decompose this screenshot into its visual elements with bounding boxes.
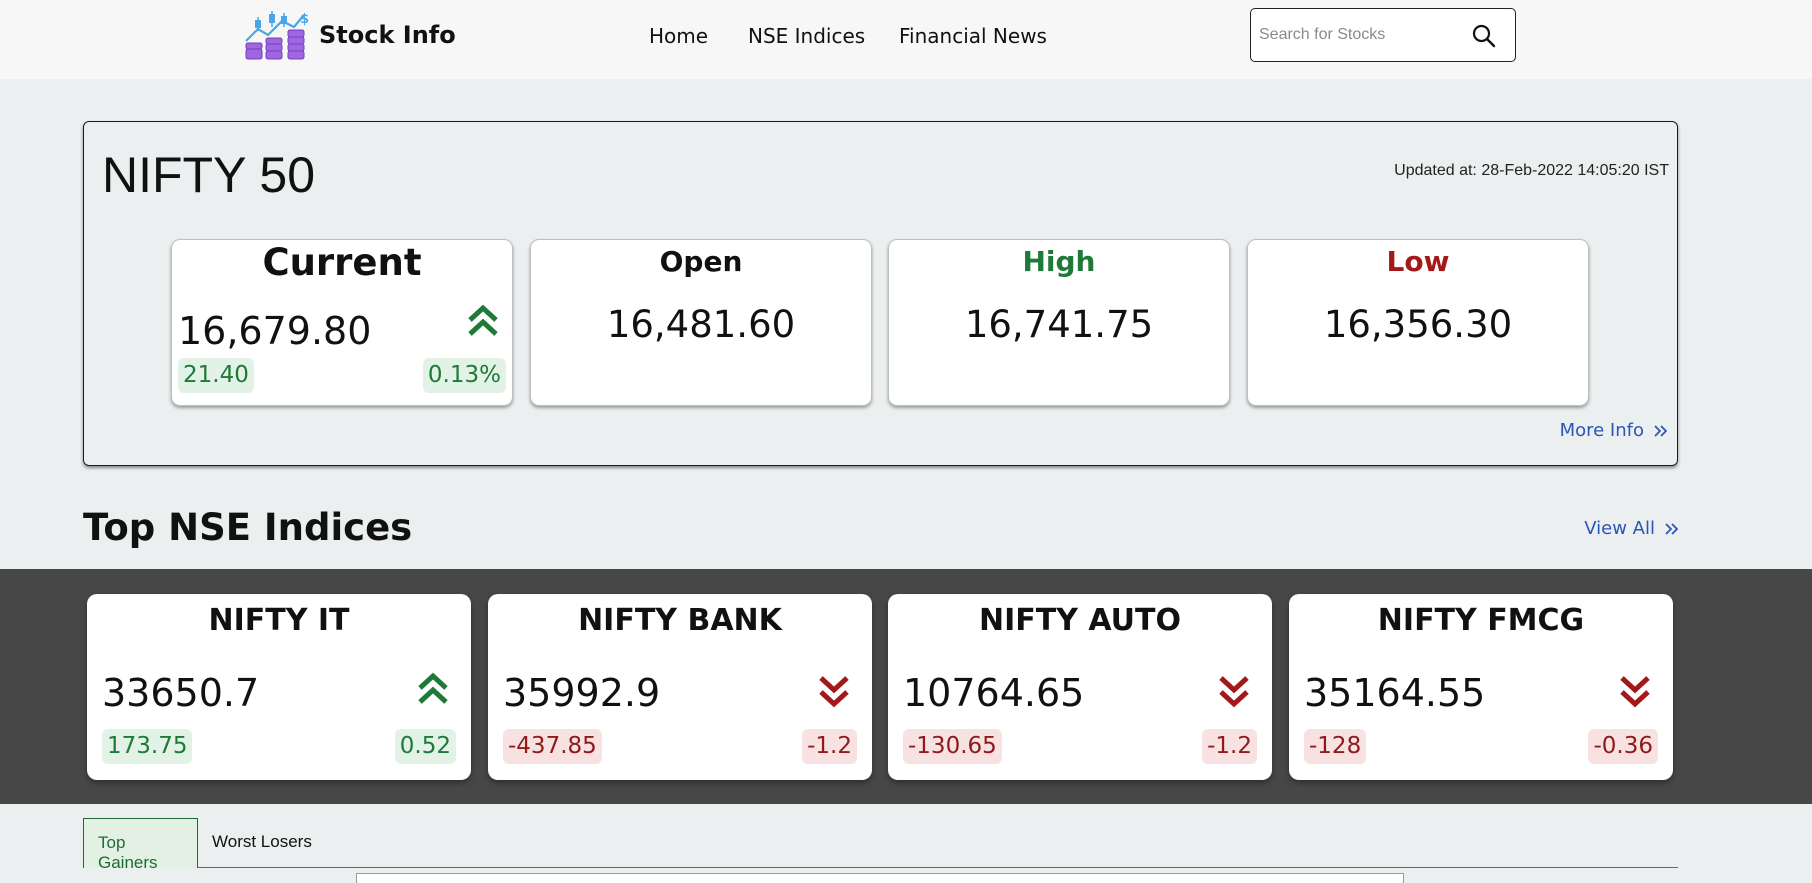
index-card-nifty-bank[interactable]: NIFTY BANK 35992.9 -437.85 -1.2	[488, 594, 872, 780]
current-card: Current 16,679.80 21.40 0.13%	[171, 239, 513, 406]
index-name: NIFTY AUTO	[978, 603, 1182, 638]
nav-link-nse-indices[interactable]: NSE Indices	[748, 24, 865, 48]
nav-link-financial-news[interactable]: Financial News	[899, 24, 1047, 48]
index-card-nifty-it[interactable]: NIFTY IT 33650.7 173.75 0.52	[87, 594, 471, 780]
stocks-table	[356, 873, 1404, 883]
tab-top-gainers[interactable]: Top Gainers	[83, 818, 198, 872]
index-name: NIFTY IT	[208, 603, 350, 638]
double-chevron-down-icon	[819, 676, 849, 708]
navbar: $ Stock Info Home NSE Indices Financial …	[0, 0, 1812, 79]
index-change-badge: -130.65	[903, 729, 1002, 764]
index-card-nifty-fmcg[interactable]: NIFTY FMCG 35164.55 -128 -0.36	[1289, 594, 1673, 780]
open-card: Open 16,481.60	[530, 239, 872, 406]
change-percent-badge: 0.13%	[422, 358, 506, 393]
view-all-label: View All	[1584, 518, 1655, 539]
more-info-label: More Info	[1559, 420, 1644, 441]
double-chevron-right-icon	[1665, 522, 1678, 535]
index-title: NIFTY 50	[102, 147, 316, 203]
index-percent-badge: -0.36	[1588, 729, 1658, 764]
index-name: NIFTY FMCG	[1377, 603, 1585, 638]
index-change-badge: -128	[1304, 729, 1367, 764]
tab-worst-losers[interactable]: Worst Losers	[198, 818, 326, 868]
index-value: 10764.65	[903, 671, 1085, 715]
double-chevron-up-icon	[468, 304, 498, 336]
index-value: 33650.7	[102, 671, 260, 715]
section-title: Top NSE Indices	[83, 506, 413, 549]
nifty-50-panel: NIFTY 50 Updated at: 28-Feb-2022 14:05:2…	[83, 121, 1678, 466]
low-label: Low	[1386, 245, 1450, 278]
index-change-badge: 173.75	[102, 729, 193, 764]
more-info-link[interactable]: More Info	[1560, 420, 1667, 441]
index-name: NIFTY BANK	[578, 603, 782, 638]
svg-text:$: $	[300, 12, 309, 27]
updated-timestamp: Updated at: 28-Feb-2022 14:05:20 IST	[1394, 162, 1669, 179]
high-value: 16,741.75	[964, 303, 1154, 346]
low-card: Low 16,356.30	[1247, 239, 1589, 406]
current-label: Current	[262, 241, 422, 284]
view-all-link[interactable]: View All	[1584, 518, 1678, 539]
open-label: Open	[659, 245, 743, 278]
index-percent-badge: -1.2	[1202, 729, 1257, 764]
brand-logo-icon: $	[245, 11, 309, 60]
double-chevron-down-icon	[1620, 676, 1650, 708]
search-input[interactable]	[1259, 23, 1459, 47]
current-value: 16,679.80	[178, 309, 372, 353]
brand-name: Stock Info	[319, 21, 456, 49]
low-value: 16,356.30	[1323, 303, 1513, 346]
index-card-nifty-auto[interactable]: NIFTY AUTO 10764.65 -130.65 -1.2	[888, 594, 1272, 780]
high-card: High 16,741.75	[888, 239, 1230, 406]
double-chevron-right-icon	[1654, 424, 1667, 437]
double-chevron-down-icon	[1219, 676, 1249, 708]
nav-link-home[interactable]: Home	[649, 24, 708, 48]
brand[interactable]: $ Stock Info	[244, 9, 456, 61]
change-value-badge: 21.40	[178, 358, 254, 393]
gainers-losers-tabs: Top Gainers Worst Losers	[83, 818, 1678, 872]
index-change-badge: -437.85	[503, 729, 602, 764]
index-value: 35992.9	[503, 671, 661, 715]
high-label: High	[1022, 245, 1096, 278]
index-value: 35164.55	[1304, 671, 1486, 715]
search-icon[interactable]	[1471, 23, 1497, 49]
index-percent-badge: 0.52	[394, 729, 456, 764]
open-value: 16,481.60	[606, 303, 796, 346]
search-box	[1250, 8, 1516, 62]
double-chevron-up-icon	[418, 672, 448, 704]
index-percent-badge: -1.2	[802, 729, 857, 764]
